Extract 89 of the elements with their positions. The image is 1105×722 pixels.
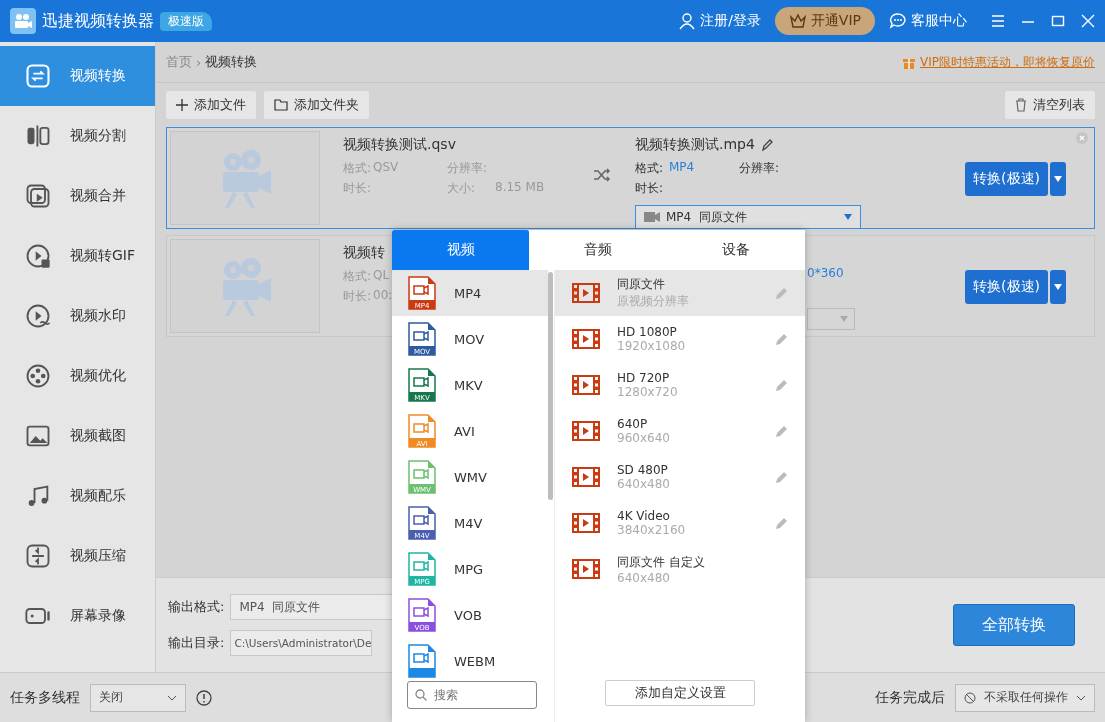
close-icon[interactable] — [1081, 14, 1095, 28]
chevron-down-icon — [1076, 694, 1086, 701]
threads-dropdown[interactable]: 关闭 — [90, 683, 186, 712]
film-icon — [571, 512, 601, 534]
search-field[interactable]: 搜索 — [407, 681, 537, 709]
video-camera-icon — [644, 212, 660, 222]
resolution-value: 0*360 — [807, 266, 844, 280]
sidebar-item[interactable]: 视频截图 — [0, 406, 155, 466]
user-icon — [678, 12, 697, 30]
sidebar-item[interactable]: 视频转GIF — [0, 226, 155, 286]
format-item[interactable]: WEBM — [392, 638, 548, 684]
convert-menu-button[interactable] — [1050, 270, 1066, 304]
login-button[interactable]: 注册/登录 — [670, 12, 769, 30]
support-button[interactable]: 客服中心 — [881, 12, 975, 30]
app-title: 迅捷视频转换器 — [42, 10, 154, 32]
size-label: 大小: — [447, 180, 477, 197]
preset-item[interactable]: 同原文件 自定义 640x480 — [555, 546, 805, 592]
chevron-down-icon — [167, 694, 177, 701]
format-label: 格式: — [343, 268, 373, 285]
convert-all-button[interactable]: 全部转换 — [953, 604, 1075, 646]
shuffle-icon — [593, 168, 611, 182]
duration-label: 时长: — [635, 180, 665, 197]
breadcrumb-item: 视频转换 — [205, 53, 258, 71]
edition-tag: 极速版 — [160, 11, 212, 31]
resolution-label: 分辨率: — [739, 160, 781, 177]
watermark-icon — [24, 302, 52, 330]
menu-icon[interactable] — [991, 14, 1005, 28]
threads-label: 任务多线程 — [10, 688, 80, 707]
convert-button[interactable]: 转换(极速) — [965, 270, 1048, 304]
output-folder-field[interactable]: C:\Users\Administrator\De — [230, 630, 373, 656]
sidebar-item[interactable]: 视频合并 — [0, 166, 155, 226]
add-folder-button[interactable]: 添加文件夹 — [264, 91, 369, 119]
file-name: 视频转换测试.qsv — [343, 136, 456, 154]
merge-icon — [24, 182, 52, 210]
pencil-icon[interactable] — [760, 138, 773, 152]
size-value: 8.15 MB — [495, 180, 546, 196]
preset-item[interactable]: 4K Video 3840x2160 — [555, 500, 805, 546]
format-value: QL — [373, 268, 391, 284]
duration-label: 时长: — [343, 180, 373, 197]
film-icon — [571, 558, 601, 580]
preset-item[interactable]: SD 480P 640x480 — [555, 454, 805, 500]
preset-dropdown[interactable]: MP4 同原文件 — [635, 205, 861, 229]
sidebar-item[interactable]: 视频压缩 — [0, 526, 155, 586]
output-format-label: 输出格式: — [168, 598, 225, 616]
film-icon — [571, 282, 601, 304]
swap-icon — [24, 62, 52, 90]
format-value: QSV — [373, 160, 400, 176]
compress-icon — [24, 542, 52, 570]
add-custom-button[interactable]: 添加自定义设置 — [605, 680, 755, 706]
format-label: 格式: — [343, 160, 373, 177]
chat-bubble-icon — [889, 12, 907, 30]
gif-icon — [24, 242, 52, 270]
film-icon — [571, 374, 601, 396]
add-file-button[interactable]: 添加文件 — [166, 91, 256, 119]
sidebar-item[interactable]: 屏幕录像 — [0, 586, 155, 646]
folder-icon — [274, 99, 288, 111]
convert-button[interactable]: 转换(极速) — [965, 162, 1048, 196]
sidebar-item[interactable]: 视频水印 — [0, 286, 155, 346]
format-tab[interactable]: 设备 — [667, 230, 805, 270]
preset-item[interactable]: HD 720P 1280x720 — [555, 362, 805, 408]
convert-menu-button[interactable] — [1050, 162, 1066, 196]
trash-icon — [1015, 98, 1027, 112]
vip-button[interactable]: 开通VIP — [774, 7, 875, 35]
clear-list-button[interactable]: 清空列表 — [1005, 91, 1095, 119]
sidebar-item[interactable]: 视频分割 — [0, 106, 155, 166]
output-file-name: 视频转换测试.mp4 — [635, 136, 755, 154]
info-icon[interactable] — [196, 689, 212, 706]
plus-icon — [176, 99, 188, 111]
output-folder-label: 输出目录: — [168, 634, 225, 652]
film-icon — [571, 328, 601, 350]
maximize-icon[interactable] — [1051, 14, 1065, 28]
chevron-icon: › — [196, 54, 202, 70]
format-tab[interactable]: 视频 — [392, 230, 529, 270]
app-logo-icon — [10, 8, 36, 34]
format-value: MP4 — [669, 160, 696, 176]
reel-icon — [24, 362, 52, 390]
film-icon — [571, 466, 601, 488]
file-name: 视频转 — [343, 244, 385, 262]
preset-item[interactable]: 640P 960x640 — [555, 408, 805, 454]
duration-value: 00: — [373, 288, 394, 304]
after-tasks-label: 任务完成后 — [875, 688, 945, 707]
sidebar-item[interactable]: 视频优化 — [0, 346, 155, 406]
film-icon — [571, 420, 601, 442]
duration-label: 时长: — [343, 288, 373, 305]
format-label: 格式: — [635, 160, 665, 177]
prohibited-icon — [964, 691, 976, 704]
sidebar-item[interactable]: 视频配乐 — [0, 466, 155, 526]
after-tasks-dropdown[interactable]: 不采取任何操作 — [955, 683, 1095, 712]
crown-icon — [788, 13, 807, 29]
